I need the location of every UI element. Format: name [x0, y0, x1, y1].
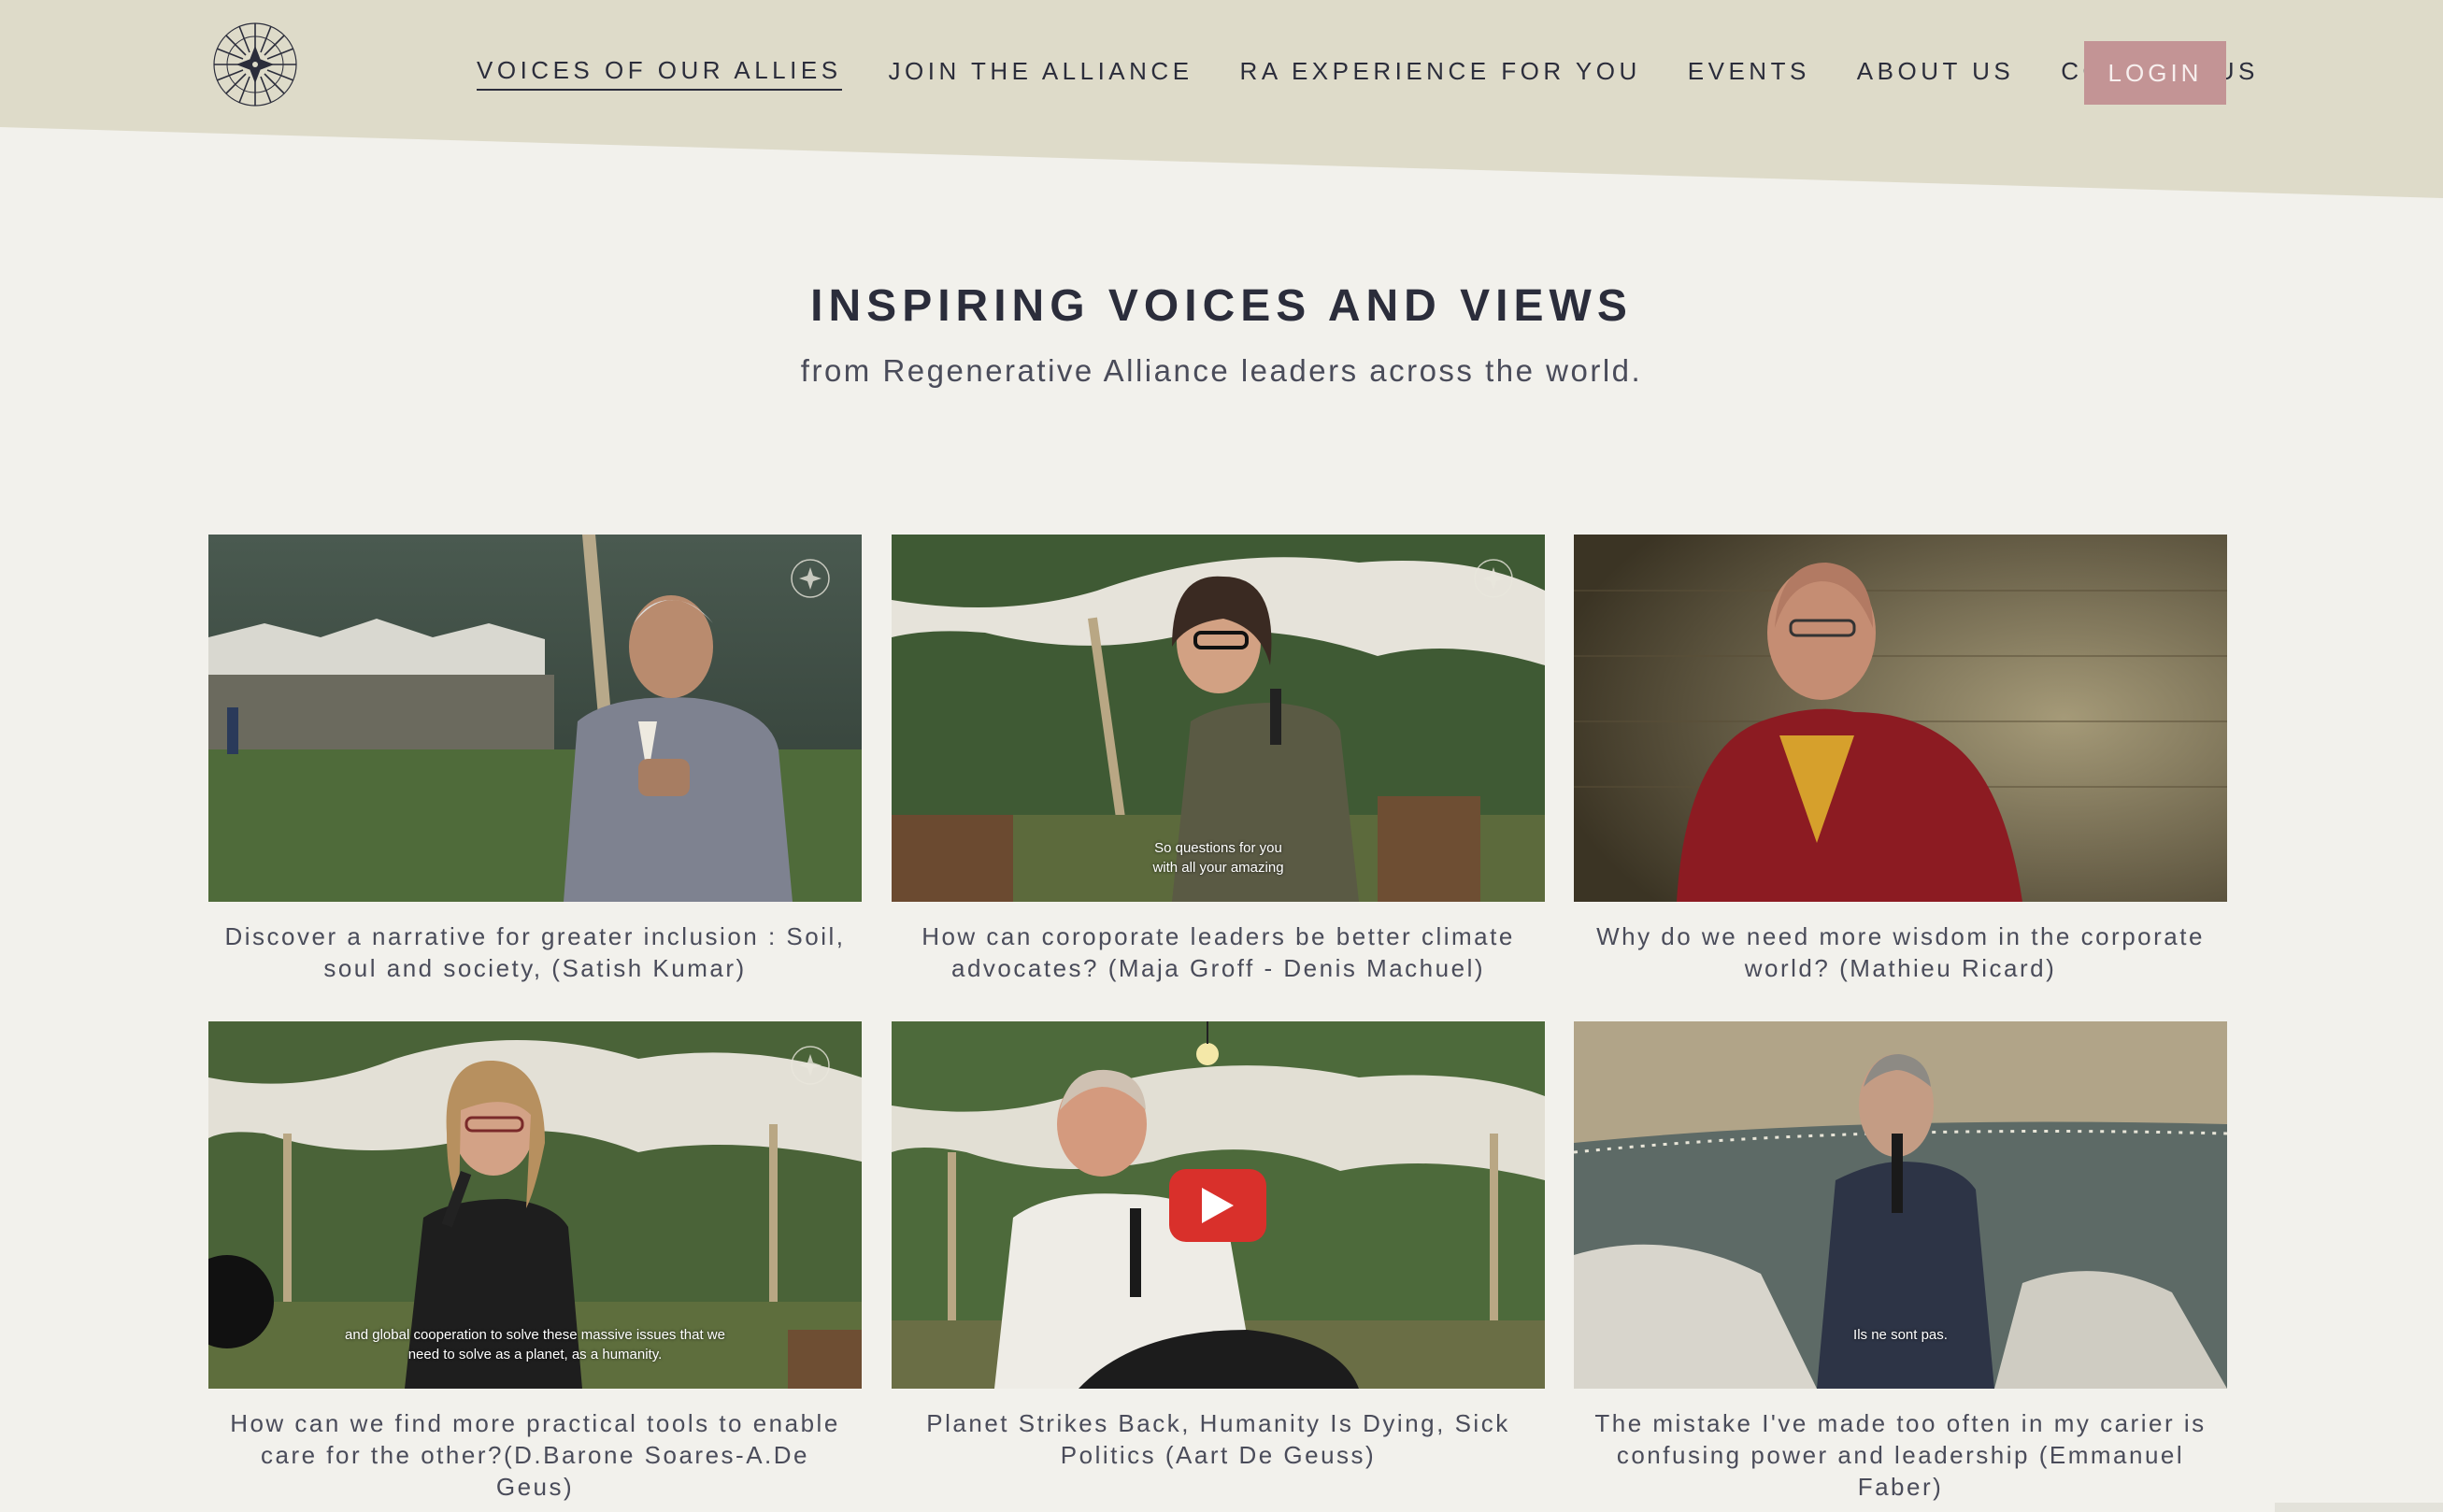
watermark-icon: [791, 1046, 830, 1085]
main-nav: VOICES OF OUR ALLIES JOIN THE ALLIANCE R…: [477, 41, 2306, 105]
video-card: Ils ne sont pas. The mistake I've made t…: [1574, 1021, 2227, 1503]
video-card: Discover a narrative for greater inclusi…: [208, 535, 862, 984]
video-thumbnail[interactable]: and global cooperation to solve these ma…: [208, 1021, 862, 1389]
page-title: INSPIRING VOICES AND VIEWS: [810, 281, 1633, 331]
video-caption[interactable]: How can coroporate leaders be better cli…: [892, 920, 1545, 984]
video-subtitle-line: need to solve as a planet, as a humanity…: [407, 1347, 663, 1362]
video-subtitle-line: and global cooperation to solve these ma…: [345, 1327, 725, 1343]
video-subtitle-line: with all your amazing: [1152, 860, 1284, 876]
video-subtitle-line: So questions for you: [1154, 840, 1282, 856]
video-thumbnail[interactable]: Ils ne sont pas.: [1574, 1021, 2227, 1389]
video-caption[interactable]: The mistake I've made too often in my ca…: [1574, 1407, 2227, 1503]
nav-voices-of-our-allies[interactable]: VOICES OF OUR ALLIES: [477, 56, 842, 91]
page: VOICES OF OUR ALLIES JOIN THE ALLIANCE R…: [0, 0, 2443, 1512]
video-subtitle-line: Ils ne sont pas.: [1853, 1327, 1948, 1343]
login-button[interactable]: LOGIN: [2084, 41, 2226, 105]
video-card: Why do we need more wisdom in the corpor…: [1574, 535, 2227, 984]
youtube-play-icon[interactable]: [1169, 1169, 1266, 1242]
scroll-indicator: [2275, 1503, 2443, 1512]
nav-events[interactable]: EVENTS: [1688, 57, 1810, 90]
watermark-icon: [791, 559, 830, 598]
logo-icon[interactable]: [211, 21, 299, 108]
video-card: and global cooperation to solve these ma…: [208, 1021, 862, 1503]
video-caption[interactable]: How can we find more practical tools to …: [208, 1407, 862, 1503]
video-thumbnail[interactable]: So questions for you with all your amazi…: [892, 535, 1545, 902]
video-caption[interactable]: Discover a narrative for greater inclusi…: [208, 920, 862, 984]
nav-about-us[interactable]: ABOUT US: [1857, 57, 2014, 90]
video-thumbnail[interactable]: [892, 1021, 1545, 1389]
video-caption[interactable]: Planet Strikes Back, Humanity Is Dying, …: [892, 1407, 1545, 1471]
nav-ra-experience[interactable]: RA EXPERIENCE FOR YOU: [1240, 57, 1641, 90]
video-card: So questions for you with all your amazi…: [892, 535, 1545, 984]
nav-join-the-alliance[interactable]: JOIN THE ALLIANCE: [889, 57, 1193, 90]
video-card: Planet Strikes Back, Humanity Is Dying, …: [892, 1021, 1545, 1471]
watermark-icon: [1474, 559, 1513, 598]
video-thumbnail[interactable]: [1574, 535, 2227, 902]
page-subtitle: from Regenerative Alliance leaders acros…: [800, 353, 1643, 388]
video-thumbnail[interactable]: [208, 535, 862, 902]
video-caption[interactable]: Why do we need more wisdom in the corpor…: [1574, 920, 2227, 984]
